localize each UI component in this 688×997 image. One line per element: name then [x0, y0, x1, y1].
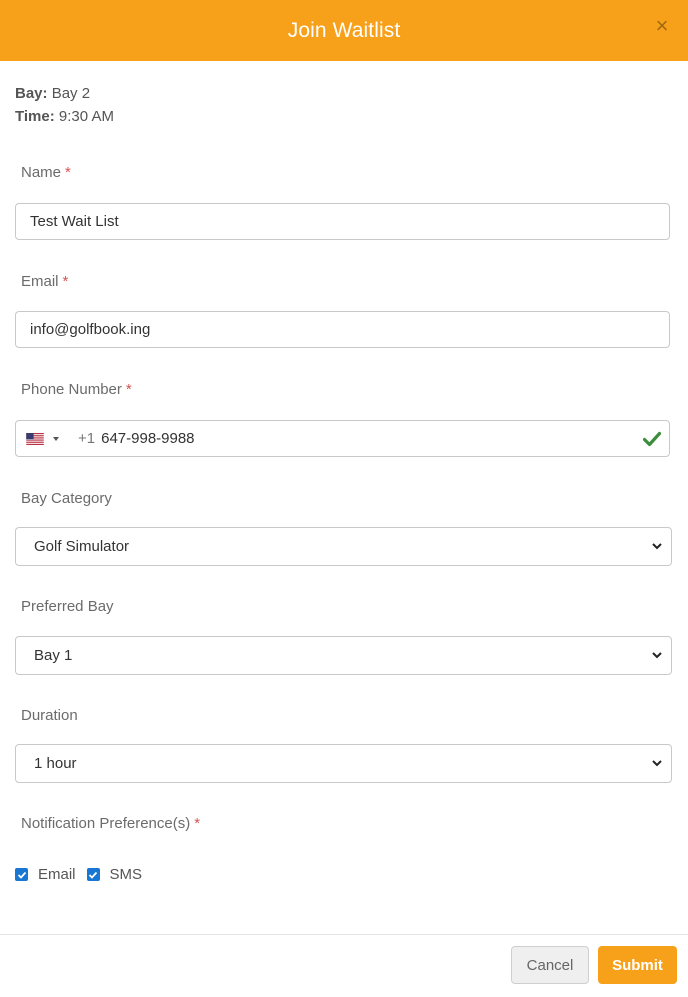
bay-category-select[interactable]: Golf Simulator [15, 527, 672, 566]
duration-value: 1 hour [34, 755, 77, 772]
cancel-button[interactable]: Cancel [511, 946, 589, 984]
chevron-down-icon [652, 543, 662, 550]
preferred-bay-value: Bay 1 [34, 647, 73, 664]
submit-button[interactable]: Submit [598, 946, 677, 984]
caret-down-icon [53, 436, 59, 441]
name-input[interactable] [15, 203, 670, 240]
required-marker: * [65, 164, 71, 181]
preferred-bay-select[interactable]: Bay 1 [15, 636, 672, 675]
close-icon[interactable]: × [652, 14, 672, 38]
check-icon [643, 431, 661, 446]
duration-select-box[interactable]: 1 hour [15, 744, 672, 783]
email-checkbox-label[interactable]: Email [38, 866, 76, 883]
checkmark-icon [88, 871, 98, 879]
bay-category-value: Golf Simulator [34, 538, 130, 555]
checkmark-icon [17, 871, 26, 879]
notification-label: Notification Preference(s) * [21, 815, 201, 832]
time-value: 9:30 AM [58, 108, 114, 125]
email-checkbox[interactable] [15, 868, 28, 881]
phone-field: +1 [15, 420, 670, 457]
country-selector[interactable] [16, 432, 78, 445]
name-label: Name * [21, 164, 71, 181]
modal-header: Join Waitlist × [0, 0, 688, 61]
time-label: Time: [15, 108, 55, 125]
modal-title: Join Waitlist [287, 18, 401, 42]
notification-options: Email SMS [15, 866, 153, 883]
required-marker: * [62, 273, 69, 290]
chevron-down-icon [652, 760, 662, 767]
phone-input[interactable] [101, 430, 643, 447]
phone-label: Phone Number * [21, 381, 132, 398]
preferred-bay-label: Preferred Bay [21, 598, 114, 615]
booking-info: Bay: Bay 2 Time: 9:30 AM [15, 82, 114, 128]
bay-label: Bay: [15, 85, 48, 102]
required-marker: * [194, 815, 201, 832]
sms-checkbox[interactable] [86, 868, 100, 881]
duration-select[interactable]: 1 hour [15, 744, 672, 783]
footer-divider [0, 934, 688, 935]
duration-label: Duration [21, 707, 78, 724]
sms-checkbox-label[interactable]: SMS [110, 866, 143, 883]
us-flag-icon [26, 432, 44, 445]
bay-category-select-box[interactable]: Golf Simulator [15, 527, 672, 566]
bay-value: Bay 2 [51, 85, 91, 102]
bay-category-label: Bay Category [21, 490, 112, 507]
email-label: Email * [21, 273, 69, 290]
preferred-bay-select-box[interactable]: Bay 1 [15, 636, 672, 675]
dial-code: +1 [78, 430, 96, 447]
email-input[interactable] [15, 311, 670, 348]
required-marker: * [125, 381, 132, 398]
chevron-down-icon [652, 652, 662, 659]
